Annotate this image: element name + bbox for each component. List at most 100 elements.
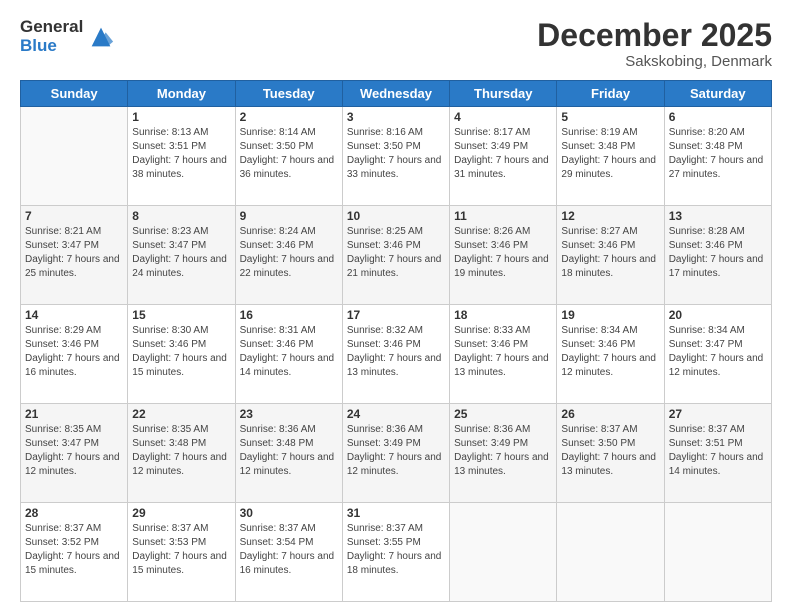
cell-daylight: Daylight: 7 hours and 33 minutes. [347, 155, 442, 180]
cell-daylight: Daylight: 7 hours and 19 minutes. [454, 254, 549, 279]
cell-info: Sunrise: 8:14 AM Sunset: 3:50 PM Dayligh… [240, 126, 338, 182]
cell-daylight: Daylight: 7 hours and 25 minutes. [25, 254, 120, 279]
cell-daylight: Daylight: 7 hours and 16 minutes. [240, 551, 335, 576]
cell-sunset: Sunset: 3:47 PM [25, 438, 99, 449]
cell-date: 1 [132, 110, 230, 124]
table-row: 15 Sunrise: 8:30 AM Sunset: 3:46 PM Dayl… [128, 305, 235, 404]
cell-sunset: Sunset: 3:55 PM [347, 537, 421, 548]
table-row: 1 Sunrise: 8:13 AM Sunset: 3:51 PM Dayli… [128, 107, 235, 206]
cell-info: Sunrise: 8:37 AM Sunset: 3:55 PM Dayligh… [347, 522, 445, 578]
table-row: 2 Sunrise: 8:14 AM Sunset: 3:50 PM Dayli… [235, 107, 342, 206]
cell-sunrise: Sunrise: 8:28 AM [669, 226, 745, 237]
cell-info: Sunrise: 8:23 AM Sunset: 3:47 PM Dayligh… [132, 225, 230, 281]
cell-sunrise: Sunrise: 8:33 AM [454, 325, 530, 336]
cell-sunset: Sunset: 3:46 PM [561, 339, 635, 350]
cell-sunrise: Sunrise: 8:37 AM [347, 523, 423, 534]
cell-sunrise: Sunrise: 8:13 AM [132, 127, 208, 138]
cell-date: 19 [561, 308, 659, 322]
cell-sunset: Sunset: 3:47 PM [132, 240, 206, 251]
cell-sunset: Sunset: 3:48 PM [669, 141, 743, 152]
cell-sunrise: Sunrise: 8:34 AM [669, 325, 745, 336]
cell-sunrise: Sunrise: 8:27 AM [561, 226, 637, 237]
cell-date: 27 [669, 407, 767, 421]
location: Sakskobing, Denmark [537, 53, 772, 70]
cell-sunrise: Sunrise: 8:30 AM [132, 325, 208, 336]
cell-date: 15 [132, 308, 230, 322]
cell-sunset: Sunset: 3:46 PM [454, 240, 528, 251]
month-title: December 2025 [537, 18, 772, 53]
cell-sunrise: Sunrise: 8:31 AM [240, 325, 316, 336]
cell-daylight: Daylight: 7 hours and 15 minutes. [132, 353, 227, 378]
cell-sunrise: Sunrise: 8:37 AM [25, 523, 101, 534]
cell-sunrise: Sunrise: 8:21 AM [25, 226, 101, 237]
cell-sunset: Sunset: 3:48 PM [132, 438, 206, 449]
weekday-header-row: Sunday Monday Tuesday Wednesday Thursday… [21, 81, 772, 107]
cell-date: 21 [25, 407, 123, 421]
cell-daylight: Daylight: 7 hours and 16 minutes. [25, 353, 120, 378]
cell-sunrise: Sunrise: 8:36 AM [454, 424, 530, 435]
cell-daylight: Daylight: 7 hours and 21 minutes. [347, 254, 442, 279]
header: General Blue December 2025 Sakskobing, D… [20, 18, 772, 70]
cell-sunset: Sunset: 3:48 PM [240, 438, 314, 449]
cell-date: 3 [347, 110, 445, 124]
cell-date: 25 [454, 407, 552, 421]
cell-info: Sunrise: 8:37 AM Sunset: 3:50 PM Dayligh… [561, 423, 659, 479]
cell-sunrise: Sunrise: 8:25 AM [347, 226, 423, 237]
cell-daylight: Daylight: 7 hours and 13 minutes. [347, 353, 442, 378]
table-row: 21 Sunrise: 8:35 AM Sunset: 3:47 PM Dayl… [21, 404, 128, 503]
cell-date: 6 [669, 110, 767, 124]
table-row: 24 Sunrise: 8:36 AM Sunset: 3:49 PM Dayl… [342, 404, 449, 503]
cell-date: 22 [132, 407, 230, 421]
cell-daylight: Daylight: 7 hours and 12 minutes. [561, 353, 656, 378]
cell-daylight: Daylight: 7 hours and 12 minutes. [25, 452, 120, 477]
calendar-week-row: 1 Sunrise: 8:13 AM Sunset: 3:51 PM Dayli… [21, 107, 772, 206]
table-row [557, 503, 664, 602]
cell-sunset: Sunset: 3:50 PM [347, 141, 421, 152]
title-block: December 2025 Sakskobing, Denmark [537, 18, 772, 70]
cell-sunset: Sunset: 3:52 PM [25, 537, 99, 548]
cell-sunset: Sunset: 3:46 PM [132, 339, 206, 350]
cell-date: 26 [561, 407, 659, 421]
logo-general: General [20, 18, 83, 37]
cell-sunrise: Sunrise: 8:37 AM [132, 523, 208, 534]
header-sunday: Sunday [21, 81, 128, 107]
cell-info: Sunrise: 8:17 AM Sunset: 3:49 PM Dayligh… [454, 126, 552, 182]
cell-date: 18 [454, 308, 552, 322]
cell-sunrise: Sunrise: 8:29 AM [25, 325, 101, 336]
cell-sunset: Sunset: 3:50 PM [561, 438, 635, 449]
cell-sunrise: Sunrise: 8:14 AM [240, 127, 316, 138]
cell-sunset: Sunset: 3:46 PM [669, 240, 743, 251]
cell-info: Sunrise: 8:24 AM Sunset: 3:46 PM Dayligh… [240, 225, 338, 281]
cell-date: 2 [240, 110, 338, 124]
cell-sunset: Sunset: 3:54 PM [240, 537, 314, 548]
cell-sunset: Sunset: 3:49 PM [454, 438, 528, 449]
cell-date: 17 [347, 308, 445, 322]
cell-date: 9 [240, 209, 338, 223]
cell-sunset: Sunset: 3:51 PM [132, 141, 206, 152]
cell-info: Sunrise: 8:20 AM Sunset: 3:48 PM Dayligh… [669, 126, 767, 182]
cell-sunset: Sunset: 3:51 PM [669, 438, 743, 449]
cell-date: 8 [132, 209, 230, 223]
cell-info: Sunrise: 8:34 AM Sunset: 3:46 PM Dayligh… [561, 324, 659, 380]
table-row [664, 503, 771, 602]
calendar-week-row: 28 Sunrise: 8:37 AM Sunset: 3:52 PM Dayl… [21, 503, 772, 602]
cell-daylight: Daylight: 7 hours and 14 minutes. [240, 353, 335, 378]
cell-daylight: Daylight: 7 hours and 14 minutes. [669, 452, 764, 477]
cell-date: 16 [240, 308, 338, 322]
cell-daylight: Daylight: 7 hours and 24 minutes. [132, 254, 227, 279]
cell-sunrise: Sunrise: 8:32 AM [347, 325, 423, 336]
table-row: 12 Sunrise: 8:27 AM Sunset: 3:46 PM Dayl… [557, 206, 664, 305]
cell-info: Sunrise: 8:36 AM Sunset: 3:49 PM Dayligh… [347, 423, 445, 479]
cell-info: Sunrise: 8:35 AM Sunset: 3:48 PM Dayligh… [132, 423, 230, 479]
cell-date: 13 [669, 209, 767, 223]
cell-sunrise: Sunrise: 8:34 AM [561, 325, 637, 336]
cell-date: 30 [240, 506, 338, 520]
table-row: 10 Sunrise: 8:25 AM Sunset: 3:46 PM Dayl… [342, 206, 449, 305]
logo: General Blue [20, 18, 115, 55]
cell-date: 7 [25, 209, 123, 223]
table-row [21, 107, 128, 206]
calendar-table: Sunday Monday Tuesday Wednesday Thursday… [20, 80, 772, 602]
table-row: 25 Sunrise: 8:36 AM Sunset: 3:49 PM Dayl… [450, 404, 557, 503]
cell-info: Sunrise: 8:34 AM Sunset: 3:47 PM Dayligh… [669, 324, 767, 380]
cell-daylight: Daylight: 7 hours and 27 minutes. [669, 155, 764, 180]
